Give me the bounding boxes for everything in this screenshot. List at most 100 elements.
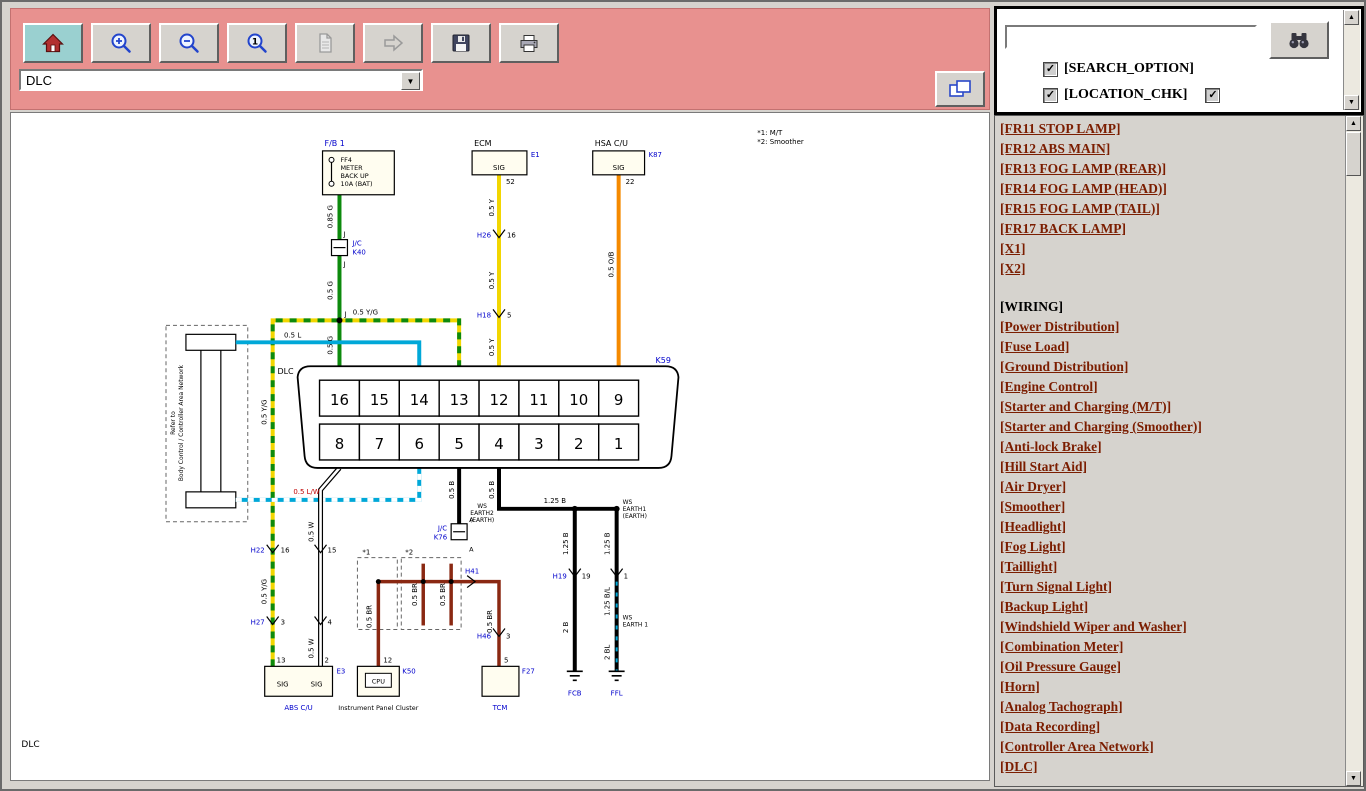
arrow-up-icon: ▲ [1350,120,1357,127]
nav-link-oil-pressure-gauge[interactable]: [Oil Pressure Gauge] [1000,659,1121,674]
can-ref-line1: Refer to [170,411,177,435]
nav-link-dlc[interactable]: [DLC] [1000,759,1038,774]
nav-link-turn-signal-light[interactable]: [Turn Signal Light] [1000,579,1112,594]
ecm-sig: SIG [493,164,505,172]
svg-text:9: 9 [614,391,624,409]
junction-j: J [343,310,346,318]
fuse-line3: BACK UP [340,172,368,180]
nav-link-power-distribution[interactable]: [Power Distribution] [1000,319,1119,334]
svg-text:13: 13 [450,391,469,409]
hsa-sig: SIG [613,164,625,172]
can-reference-box: Refer to Body Control / Controller Area … [166,325,248,521]
search-scroll-up-button[interactable]: ▲ [1344,10,1359,25]
nav-link-horn[interactable]: [Horn] [1000,679,1040,694]
h41-name: H41 [465,568,479,576]
nav-link-air-dryer[interactable]: [Air Dryer] [1000,479,1066,494]
earth1-paren: (EARTH) [623,513,647,520]
nav-link-data-recording[interactable]: [Data Recording] [1000,719,1100,734]
diagram-select-combobox[interactable]: DLC ▼ [19,69,423,91]
search-panel: ✓ [SEARCH_OPTION] ✓ [LOCATION_CHK] ✓ ▲ ▼ [994,6,1364,115]
nav-scroll-down-button[interactable]: ▼ [1346,771,1361,786]
nav-link-fr12-abs-main[interactable]: [FR12 ABS MAIN] [1000,141,1110,156]
location-chk-row: ✓ [LOCATION_CHK] ✓ [1043,87,1220,103]
canvas-corner-label: DLC [21,740,39,750]
dlc-name-label: DLC [277,367,294,376]
earth2-ws: WS [477,503,487,510]
wire-label-05l: 0.5 L [284,331,301,339]
nav-link-fr15-fog-lamp-tail[interactable]: [FR15 FOG LAMP (TAIL)] [1000,201,1160,216]
wire-label-05br-4: 0.5 BR [439,583,447,606]
nav-link-smoother[interactable]: [Smoother] [1000,499,1065,514]
toolbar: 1 [10,8,990,110]
combobox-dropdown-arrow[interactable]: ▼ [401,72,420,90]
home-button[interactable] [23,23,83,63]
nav-link-windshield-wiper-washer[interactable]: [Windshield Wiper and Washer] [1000,619,1187,634]
svg-text:16: 16 [330,391,349,409]
print-button[interactable] [499,23,559,63]
nav-link-starter-charging-mt[interactable]: [Starter and Charging (M/T)] [1000,399,1171,414]
nav-link-anti-lock-brake[interactable]: [Anti-lock Brake] [1000,439,1102,454]
binoculars-icon [1286,28,1312,52]
nav-scrollbar: ▲ ▼ [1345,116,1363,786]
diagram-canvas: Refer to Body Control / Controller Area … [10,112,990,781]
jc76-ref: K76 [434,534,447,542]
nav-link-fr11-stop-lamp[interactable]: [FR11 STOP LAMP] [1000,121,1121,136]
nav-link-fr13-fog-lamp-rear[interactable]: [FR13 FOG LAMP (REAR)] [1000,161,1166,176]
nav-link-x1[interactable]: [X1] [1000,241,1026,256]
wire-label-05w-2: 0.5 W [308,638,316,658]
nav-link-controller-area-network[interactable]: [Controller Area Network] [1000,739,1154,754]
nav-link-engine-control[interactable]: [Engine Control] [1000,379,1098,394]
wire-label-05b-2: 0.5 B [488,481,496,499]
wire-label-05ob: 0.5 O/B [608,251,616,277]
nav-scroll-thumb[interactable] [1346,132,1361,176]
nav-link-starter-charging-smoother[interactable]: [Starter and Charging (Smoother)] [1000,419,1202,434]
zoom-in-button[interactable] [91,23,151,63]
dlc-ref-label: K59 [656,356,671,365]
zoom-out-button[interactable] [159,23,219,63]
nav-link-analog-tachograph[interactable]: [Analog Tachograph] [1000,699,1123,714]
search-option-checkbox[interactable]: ✓ [1043,62,1058,77]
printer-icon [517,31,541,55]
nav-scroll-up-button[interactable]: ▲ [1346,116,1361,131]
zoom-actual-size-button[interactable]: 1 [227,23,287,63]
wire-label-125b-right: 1.25 B [604,532,612,555]
wire-label-2bl: 2 BL [604,645,612,660]
nav-link-combination-meter[interactable]: [Combination Meter] [1000,639,1123,654]
nav-link-fog-light[interactable]: [Fog Light] [1000,539,1066,554]
report-button-disabled [295,23,355,63]
ipc-ref: K50 [402,667,415,675]
search-input[interactable] [1005,25,1257,49]
nav-link-hill-start-aid[interactable]: [Hill Start Aid] [1000,459,1087,474]
svg-text:1: 1 [614,435,624,453]
nav-link-backup-light[interactable]: [Backup Light] [1000,599,1088,614]
svg-text:12: 12 [489,391,508,409]
wire-white-outline [321,468,340,666]
open-new-window-button[interactable] [935,71,985,107]
location-chk-checkbox-2[interactable]: ✓ [1205,88,1220,103]
hsa-pin: 22 [626,178,635,186]
search-button[interactable] [1269,21,1329,59]
nav-link-fr14-fog-lamp-head[interactable]: [FR14 FOG LAMP (HEAD)] [1000,181,1167,196]
ecm-ref: E1 [531,151,540,159]
nav-link-x2[interactable]: [X2] [1000,261,1026,276]
search-scrollbar: ▲ ▼ [1343,10,1360,110]
wire-label-05y-2: 0.5 Y [488,271,496,289]
location-chk-checkbox[interactable]: ✓ [1043,88,1058,103]
jc76-a-bottom: A [469,546,474,554]
home-icon [41,31,65,55]
wire-label-05br-1: 0.5 BR [365,605,373,628]
nav-link-headlight[interactable]: [Headlight] [1000,519,1066,534]
search-scroll-down-button[interactable]: ▼ [1344,95,1359,110]
nav-link-fuse-load[interactable]: [Fuse Load] [1000,339,1069,354]
nav-link-fr17-back-lamp[interactable]: [FR17 BACK LAMP] [1000,221,1126,236]
h18-pin: 5 [507,311,511,319]
nav-link-ground-distribution[interactable]: [Ground Distribution] [1000,359,1128,374]
ipc-cpu: CPU [372,677,385,685]
fuse-line2: METER [340,164,363,172]
arrow-up-icon: ▲ [1348,14,1355,21]
abs-sig1: SIG [277,680,289,688]
nav-link-taillight[interactable]: [Taillight] [1000,559,1057,574]
save-button[interactable] [431,23,491,63]
fuse-line4: 10A (BAT) [340,180,372,188]
svg-text:1: 1 [252,38,258,48]
